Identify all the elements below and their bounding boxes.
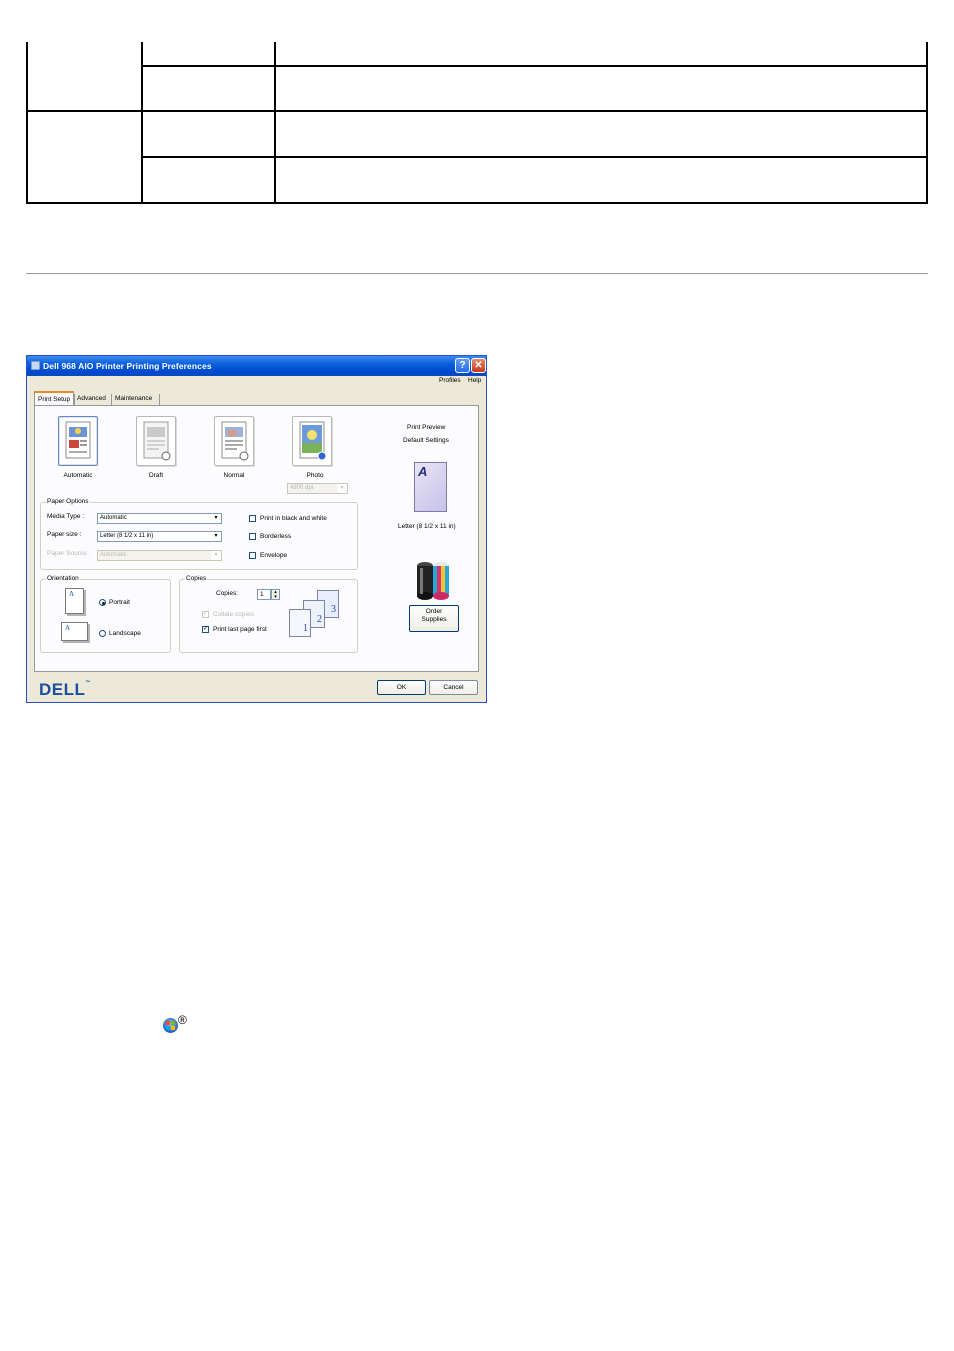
normal-quality-icon <box>221 421 249 461</box>
print-last-page-first-label: Print last page first <box>213 626 267 633</box>
print-preview-page: A <box>414 462 447 512</box>
printer-app-icon <box>31 361 40 370</box>
landscape-page-icon: A <box>61 622 88 641</box>
print-black-white-checkbox[interactable] <box>249 515 256 522</box>
chevron-down-icon: ▾ <box>211 532 221 541</box>
orientation-title: Orientation <box>46 575 80 582</box>
borderless-checkbox[interactable] <box>249 533 256 540</box>
table-border <box>142 156 928 158</box>
table-border <box>26 42 28 204</box>
portrait-page-letter: A <box>69 590 75 598</box>
dell-logo-tm: ™ <box>85 680 91 686</box>
page-number-1: 1 <box>303 623 308 634</box>
envelope-checkbox[interactable] <box>249 552 256 559</box>
landscape-radio[interactable] <box>99 630 106 637</box>
quality-normal-button[interactable] <box>214 416 254 466</box>
tab-advanced[interactable]: Advanced <box>74 392 109 406</box>
settings-table <box>26 42 928 204</box>
landscape-page-letter: A <box>65 624 71 632</box>
profiles-menu[interactable]: Profiles <box>439 377 461 384</box>
registered-mark: ® <box>178 1013 187 1027</box>
windows-start-icon <box>163 1018 178 1033</box>
tab-print-setup[interactable]: Print Setup <box>34 391 75 406</box>
copies-stepper[interactable]: ▴ ▾ <box>271 589 280 600</box>
media-type-label: Media Type : <box>47 513 85 520</box>
quality-photo-label: Photo <box>306 472 324 479</box>
close-button[interactable]: ✕ <box>471 358 486 373</box>
help-menu[interactable]: Help <box>468 377 481 384</box>
print-last-page-first-checkbox[interactable]: ✓ <box>202 626 209 633</box>
print-preview-title: Print Preview <box>407 424 446 431</box>
quality-automatic-button[interactable] <box>58 416 98 466</box>
preview-page-letter: A <box>418 464 428 479</box>
orientation-group: Orientation <box>40 575 171 653</box>
page-number-3: 3 <box>331 604 336 615</box>
paper-size-select[interactable]: Letter (8 1/2 x 11 in) ▾ <box>97 531 222 542</box>
copies-title: Copies <box>185 575 208 582</box>
chevron-down-icon: ▾ <box>337 484 347 493</box>
paper-size-label: Paper size : <box>47 531 82 538</box>
tab-separator <box>159 394 160 405</box>
print-black-white-label: Print in black and white <box>260 515 327 522</box>
paper-source-value: Automatic <box>100 552 127 558</box>
draft-quality-icon <box>143 421 171 461</box>
ok-button[interactable]: OK <box>377 680 426 695</box>
quality-automatic-label: Automatic <box>63 472 93 479</box>
dell-logo-text: DELL <box>39 680 86 699</box>
media-type-select[interactable]: Automatic ▾ <box>97 513 222 524</box>
dialog-title: Dell 968 AIO Printer Printing Preference… <box>43 361 212 371</box>
order-supplies-line2: Supplies <box>421 616 447 623</box>
order-supplies-button[interactable]: Order Supplies <box>409 605 459 632</box>
portrait-label: Portrait <box>109 599 130 606</box>
photo-dpi-value: 4800 dpi <box>290 485 314 491</box>
table-border <box>926 42 928 204</box>
quality-draft-label: Draft <box>148 472 164 479</box>
landscape-label: Landscape <box>109 630 141 637</box>
table-border <box>274 42 276 204</box>
printing-preferences-dialog: Dell 968 AIO Printer Printing Preference… <box>26 355 487 703</box>
section-divider <box>26 273 928 274</box>
quality-photo-button[interactable] <box>292 416 332 466</box>
table-border <box>26 202 928 204</box>
order-supplies-line1: Order <box>425 608 443 615</box>
collate-copies-checkbox[interactable]: ✓ <box>202 611 209 618</box>
copies-input[interactable]: 1 <box>257 589 271 600</box>
chevron-down-icon: ▾ <box>211 514 221 523</box>
copies-label: Copies: <box>216 590 239 597</box>
media-type-value: Automatic <box>100 515 127 521</box>
envelope-label: Envelope <box>260 552 288 559</box>
paper-source-label: Paper Source : <box>47 550 91 557</box>
photo-dpi-select[interactable]: 4800 dpi ▾ <box>287 483 348 494</box>
paper-size-value: Letter (8 1/2 x 11 in) <box>100 533 154 539</box>
windows-flag-icon <box>166 1021 175 1030</box>
close-icon: ✕ <box>474 360 483 371</box>
quality-normal-label: Normal <box>223 472 245 479</box>
table-border <box>141 42 143 204</box>
paper-source-select[interactable]: Automatic ▾ <box>97 550 222 561</box>
cancel-button[interactable]: Cancel <box>429 680 478 695</box>
table-border <box>26 110 928 112</box>
table-border <box>142 65 928 67</box>
dell-logo: DELL™ <box>39 680 91 700</box>
ink-cartridge-icon <box>417 562 449 600</box>
borderless-label: Borderless <box>260 533 292 540</box>
page-number-2: 2 <box>317 614 322 625</box>
collate-copies-label: Collate copies <box>213 611 254 618</box>
paper-options-title: Paper Options <box>46 498 90 505</box>
portrait-radio[interactable] <box>99 599 106 606</box>
automatic-quality-icon <box>65 421 91 459</box>
default-settings-label: Default Settings <box>403 437 449 444</box>
preview-paper-size: Letter (8 1/2 x 11 in) <box>398 523 456 530</box>
photo-quality-icon <box>299 421 327 461</box>
help-button[interactable]: ? <box>455 358 470 373</box>
portrait-page-icon: A <box>65 588 84 614</box>
tab-maintenance[interactable]: Maintenance <box>112 392 155 406</box>
chevron-down-icon: ▾ <box>211 551 221 560</box>
title-bar[interactable]: Dell 968 AIO Printer Printing Preference… <box>27 356 486 376</box>
quality-draft-button[interactable] <box>136 416 176 466</box>
